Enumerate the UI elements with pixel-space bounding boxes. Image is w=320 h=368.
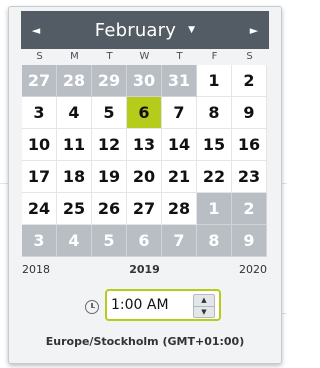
calendar-day-other-month[interactable]: 28	[57, 65, 92, 97]
calendar-day-other-month[interactable]: 2	[232, 193, 267, 225]
weekday-label: S	[246, 51, 253, 62]
time-stepper: ▲ ▼	[193, 294, 215, 318]
calendar-day-selected[interactable]: 6	[127, 97, 162, 129]
calendar-day[interactable]: 22	[197, 161, 232, 193]
calendar-day-other-month[interactable]: 30	[127, 65, 162, 97]
calendar-day-other-month[interactable]: 29	[92, 65, 127, 97]
calendar-day[interactable]: 27	[127, 193, 162, 225]
calendar-day[interactable]: 23	[232, 161, 267, 193]
calendar-day-other-month[interactable]: 7	[162, 225, 197, 257]
calendar-day[interactable]: 5	[92, 97, 127, 129]
clock-icon	[85, 300, 99, 314]
calendar-day-grid: 27 28 29 30 31 1 2 3 4 5 6 7 8 9 10 11 12 13 14 15 16 17 18 19 2…	[22, 65, 267, 257]
calendar-day[interactable]: 3	[22, 97, 57, 129]
calendar-day[interactable]: 25	[57, 193, 92, 225]
calendar-day[interactable]: 9	[232, 97, 267, 129]
calendar-day[interactable]: 15	[197, 129, 232, 161]
calendar-day[interactable]: 12	[92, 129, 127, 161]
weekday-label: S	[36, 51, 43, 62]
weekday-label: W	[139, 51, 150, 62]
calendar-day[interactable]: 16	[232, 129, 267, 161]
timezone-label: Europe/Stockholm (GMT+01:00)	[45, 335, 245, 348]
datetime-picker-panel: ◄ February ▼ ► S M T W T F S 27 28 29 30 31 1…	[8, 6, 282, 364]
calendar-day[interactable]: 24	[22, 193, 57, 225]
time-input[interactable]	[111, 294, 191, 316]
calendar-day[interactable]: 10	[22, 129, 57, 161]
calendar-day[interactable]: 18	[57, 161, 92, 193]
calendar-day-other-month[interactable]: 1	[197, 193, 232, 225]
calendar-day[interactable]: 20	[127, 161, 162, 193]
month-dropdown[interactable]: February ▼	[81, 11, 209, 49]
calendar-day[interactable]: 7	[162, 97, 197, 129]
time-field: ▲ ▼	[105, 289, 221, 321]
calendar-day[interactable]: 1	[197, 65, 232, 97]
calendar-day-other-month[interactable]: 5	[92, 225, 127, 257]
weekday-label: T	[106, 51, 113, 62]
calendar-day[interactable]: 14	[162, 129, 197, 161]
background-rule	[0, 183, 8, 184]
time-increment-button[interactable]: ▲	[194, 295, 214, 306]
caret-down-icon: ▼	[188, 25, 196, 35]
prev-month-button[interactable]: ◄	[21, 11, 51, 49]
weekday-label: F	[211, 51, 218, 62]
calendar-day-other-month[interactable]: 6	[127, 225, 162, 257]
prev-year-link[interactable]: 2018	[22, 263, 50, 276]
calendar-day[interactable]: 21	[162, 161, 197, 193]
calendar-day-other-month[interactable]: 27	[22, 65, 57, 97]
calendar-day[interactable]: 13	[127, 129, 162, 161]
caret-up-icon: ▲	[201, 296, 207, 305]
year-selector: 2019 2018 2020	[22, 263, 267, 281]
caret-down-icon: ▼	[201, 307, 207, 316]
caret-left-icon: ◄	[31, 23, 41, 37]
calendar-day[interactable]: 8	[197, 97, 232, 129]
calendar-day[interactable]: 4	[57, 97, 92, 129]
calendar-day[interactable]: 26	[92, 193, 127, 225]
next-month-button[interactable]: ►	[239, 11, 269, 49]
calendar-day[interactable]: 28	[162, 193, 197, 225]
next-year-link[interactable]: 2020	[239, 263, 267, 276]
calendar-day-other-month[interactable]: 4	[57, 225, 92, 257]
month-label: February	[94, 19, 177, 41]
calendar-day[interactable]: 19	[92, 161, 127, 193]
calendar-day-other-month[interactable]: 9	[232, 225, 267, 257]
calendar-day-other-month[interactable]: 31	[162, 65, 197, 97]
weekday-header: S M T W T F S	[22, 50, 267, 64]
weekday-label: M	[70, 51, 79, 62]
calendar-day[interactable]: 11	[57, 129, 92, 161]
calendar-day-other-month[interactable]: 8	[197, 225, 232, 257]
calendar-day[interactable]: 2	[232, 65, 267, 97]
current-year: 2019	[129, 263, 160, 276]
calendar-header: ◄ February ▼ ►	[21, 11, 269, 49]
time-decrement-button[interactable]: ▼	[194, 305, 214, 317]
weekday-label: T	[176, 51, 183, 62]
caret-right-icon: ►	[249, 23, 259, 37]
calendar-day[interactable]: 17	[22, 161, 57, 193]
calendar-day-other-month[interactable]: 3	[22, 225, 57, 257]
